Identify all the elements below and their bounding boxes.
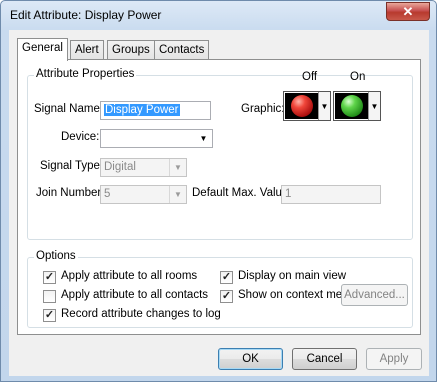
chevron-down-icon: ▼ [368,92,380,120]
graphic-on-swatch [335,93,368,119]
attribute-properties-group: Attribute Properties Signal Name: Displa… [27,68,413,240]
apply-all-rooms-label: Apply attribute to all rooms [61,270,198,282]
display-main-view-checkbox[interactable]: ✓ [220,271,233,284]
signal-type-select: Digital ▼ [100,158,187,177]
graphic-on-picker[interactable]: ▼ [333,91,381,121]
graphic-on-label: On [350,71,366,83]
signal-name-label: Signal Name: [34,103,104,115]
graphic-off-swatch [285,93,318,119]
apply-all-contacts-label: Apply attribute to all contacts [61,289,209,301]
green-led-icon [340,95,363,117]
apply-all-rooms-checkbox[interactable]: ✓ [43,271,56,284]
graphic-label: Graphic: [241,103,285,115]
apply-button: Apply [366,348,422,370]
tab-groups[interactable]: Groups [107,40,155,60]
default-max-input: 1 [281,185,381,204]
device-label: Device: [61,131,100,143]
apply-all-contacts-checkbox[interactable] [43,290,56,303]
chevron-down-icon: ▼ [199,134,208,143]
chevron-down-icon: ▼ [318,92,330,120]
join-number-label: Join Number: [36,187,105,199]
chevron-down-icon: ▼ [169,186,186,203]
signal-name-value: Display Power [104,104,180,116]
dialog-client-area: General Alert Groups Contacts Attribute … [9,30,429,376]
cancel-button[interactable]: Cancel [292,348,357,370]
default-max-label: Default Max. Value: [192,187,292,199]
tab-alert[interactable]: Alert [70,40,104,60]
signal-type-value: Digital [104,161,136,173]
signal-name-input[interactable]: Display Power [100,101,211,120]
record-changes-checkbox[interactable]: ✓ [43,309,56,322]
close-button[interactable]: ✕ [386,2,430,21]
tab-contacts[interactable]: Contacts [154,40,210,60]
join-number-value: 5 [104,188,111,200]
join-number-select: 5 ▼ [100,185,187,204]
tab-general[interactable]: General [17,38,68,61]
advanced-button: Advanced... [341,284,408,306]
display-main-view-label: Display on main view [238,270,347,282]
close-icon: ✕ [402,3,414,19]
device-select[interactable]: ▼ [100,129,213,148]
attribute-properties-title: Attribute Properties [34,68,137,80]
graphic-off-label: Off [302,71,318,83]
title-bar: Edit Attribute: Display Power ✕ [1,1,436,29]
red-led-icon [290,95,313,117]
show-context-menu-label: Show on context menu [238,289,355,301]
ok-button[interactable]: OK [218,348,283,370]
window-title: Edit Attribute: Display Power [10,8,162,22]
options-group: Options ✓ Apply attribute to all rooms A… [27,250,413,328]
general-tab-panel: Attribute Properties Signal Name: Displa… [17,59,421,335]
graphic-off-picker[interactable]: ▼ [283,91,331,121]
chevron-down-icon: ▼ [169,159,186,176]
dialog-window: Edit Attribute: Display Power ✕ General … [0,0,437,382]
signal-type-label: Signal Type: [40,160,104,172]
options-title: Options [34,250,78,262]
show-context-menu-checkbox[interactable]: ✓ [220,290,233,303]
record-changes-label: Record attribute changes to log [61,308,221,320]
